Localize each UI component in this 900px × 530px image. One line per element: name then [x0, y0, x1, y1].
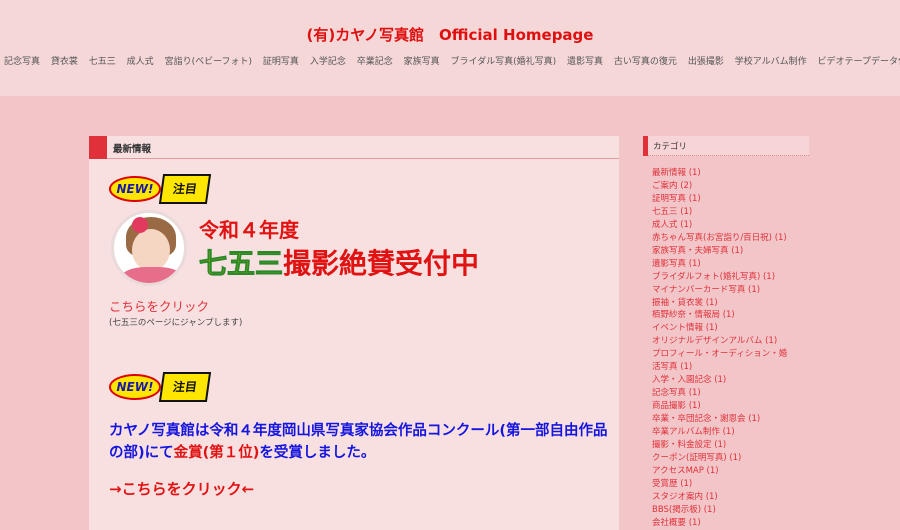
new-badge: NEW!	[109, 176, 161, 202]
chumoku-badge: 注目	[158, 372, 212, 402]
category-link[interactable]: 証明写真 (1)	[652, 193, 809, 206]
nav-item[interactable]: 家族写真	[404, 54, 440, 67]
category-link[interactable]: 入学・入園記念 (1)	[652, 374, 809, 387]
section-title: 最新情報	[113, 144, 152, 155]
category-link[interactable]: 七五三 (1)	[652, 206, 809, 219]
category-link[interactable]: 最新情報 (1)	[652, 167, 809, 180]
child-photo[interactable]	[111, 210, 187, 286]
nav-item[interactable]: 記念写真	[4, 54, 40, 67]
nav-item[interactable]: ビデオテープデータ化	[818, 54, 900, 67]
sidebar: カテゴリ 最新情報 (1) ご案内 (2) 証明写真 (1) 七五三 (1) 成…	[643, 136, 809, 530]
category-link[interactable]: 卒業・卒団記念・謝恩会 (1)	[652, 413, 809, 426]
nav-item[interactable]: 卒業記念	[357, 54, 393, 67]
category-link[interactable]: クーポン(証明写真) (1)	[652, 452, 809, 465]
sidebar-header: カテゴリ	[643, 136, 809, 156]
category-link[interactable]: 記念写真 (1)	[652, 387, 809, 400]
nav-item[interactable]: 七五三	[89, 54, 116, 67]
award-gold: 金賞(第１位)	[173, 445, 260, 461]
category-link[interactable]: プロフィール・オーディション・婚	[652, 348, 809, 361]
category-link[interactable]: BBS(掲示板) (1)	[652, 504, 809, 517]
category-link[interactable]: マイナンバーカード写真 (1)	[652, 284, 809, 297]
nav-item[interactable]: 入学記念	[310, 54, 346, 67]
sidebar-accent-bar	[643, 136, 648, 156]
site-header: (有)カヤノ写真館 Official Homepage 記念写真 貸衣裳 七五三…	[0, 0, 900, 96]
section-header: 最新情報	[89, 136, 619, 159]
nav-item[interactable]: 証明写真	[263, 54, 299, 67]
award-announcement: カヤノ写真館は令和４年度岡山県写真家協会作品コンクール(第一部自由作品の部)にて…	[109, 423, 608, 461]
link-note: (七五三のページにジャンプします)	[109, 318, 243, 328]
site-title[interactable]: (有)カヤノ写真館 Official Homepage	[0, 24, 900, 45]
category-list: 最新情報 (1) ご案内 (2) 証明写真 (1) 七五三 (1) 成人式 (1…	[643, 167, 809, 530]
category-link[interactable]: 会社概要 (1)	[652, 517, 809, 530]
category-link[interactable]: イベント情報 (1)	[652, 322, 809, 335]
new-badge-image-2: NEW! 注目	[109, 370, 212, 406]
category-link[interactable]: 成人式 (1)	[652, 219, 809, 232]
category-link[interactable]: スタジオ案内 (1)	[652, 491, 809, 504]
section-accent-bar	[89, 136, 107, 159]
chumoku-badge: 注目	[158, 174, 212, 204]
category-link[interactable]: 卒業アルバム制作 (1)	[652, 426, 809, 439]
category-link[interactable]: 家族写真・夫婦写真 (1)	[652, 245, 809, 258]
nav-item[interactable]: ブライダル写真(婚礼写真)	[450, 54, 556, 67]
nav-item[interactable]: 貸衣裳	[51, 54, 78, 67]
category-link[interactable]: 商品撮影 (1)	[652, 400, 809, 413]
category-link[interactable]: 受賞歴 (1)	[652, 478, 809, 491]
main-nav: 記念写真 貸衣裳 七五三 成人式 宮詣り(ベビーフォト) 証明写真 入学記念 卒…	[0, 54, 900, 67]
nav-item[interactable]: 遺影写真	[567, 54, 603, 67]
category-link[interactable]: 撮影・料金設定 (1)	[652, 439, 809, 452]
category-link[interactable]: アクセスMAP (1)	[652, 465, 809, 478]
new-badge: NEW!	[109, 374, 161, 400]
award-link[interactable]: →こちらをクリック←	[109, 478, 254, 499]
banner-year: 令和４年度	[199, 218, 299, 242]
category-link[interactable]: ブライダルフォト(婚礼写真) (1)	[652, 271, 809, 284]
banner-headline: 七五三撮影絶賛受付中	[198, 242, 480, 282]
click-here-link[interactable]: こちらをクリック	[109, 296, 209, 315]
category-link[interactable]: 栢野紗奈・情報局 (1)	[652, 309, 809, 322]
nav-item[interactable]: 古い写真の復元	[614, 54, 677, 67]
nav-item[interactable]: 宮詣り(ベビーフォト)	[165, 54, 252, 67]
nav-item[interactable]: 成人式	[127, 54, 154, 67]
nav-item[interactable]: 出張撮影	[688, 54, 724, 67]
new-badge-image: NEW! 注目	[109, 172, 212, 208]
category-link[interactable]: ご案内 (2)	[652, 180, 809, 193]
category-link[interactable]: 活写真 (1)	[652, 361, 809, 374]
category-link[interactable]: 遺影写真 (1)	[652, 258, 809, 271]
nav-item[interactable]: 学校アルバム制作	[735, 54, 807, 67]
banner-shichigosan: 七五三	[198, 247, 284, 281]
sidebar-title: カテゴリ	[653, 142, 688, 152]
main-content: 最新情報 NEW! 注目 令和４年度 七五三撮影絶賛受付中 こちらをクリック (…	[89, 136, 619, 530]
category-link[interactable]: 赤ちゃん写真(お宮詣り/百日祝) (1)	[652, 232, 809, 245]
banner-reception: 撮影絶賛受付中	[283, 247, 480, 280]
category-link[interactable]: 振袖・貸衣裳 (1)	[652, 297, 809, 310]
category-link[interactable]: オリジナルデザインアルバム (1)	[652, 335, 809, 348]
